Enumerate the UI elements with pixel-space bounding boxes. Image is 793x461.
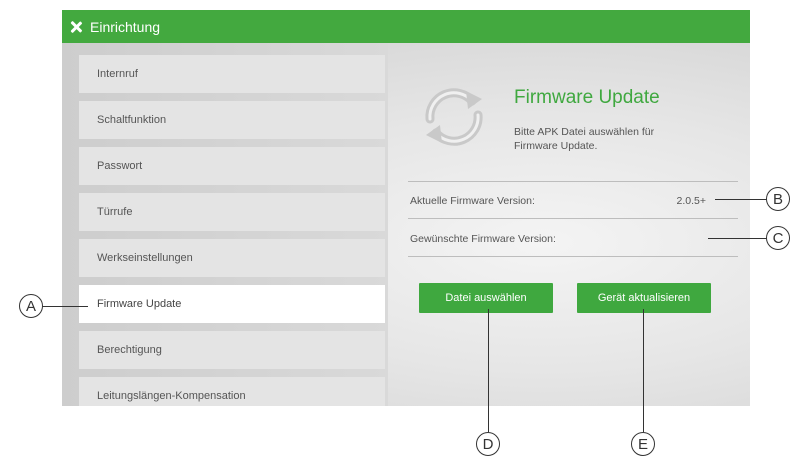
callout-c: C bbox=[766, 226, 790, 250]
update-device-button[interactable]: Gerät aktualisieren bbox=[577, 283, 711, 313]
sidebar-item-label: Internruf bbox=[97, 68, 138, 80]
callout-e: E bbox=[631, 432, 655, 456]
sidebar-item-label: Leitungslängen-Kompensation bbox=[97, 390, 246, 402]
divider bbox=[408, 181, 738, 182]
sidebar-item-label: Werkseinstellungen bbox=[97, 252, 193, 264]
callout-a-leader bbox=[42, 306, 88, 307]
sidebar-item-label: Berechtigung bbox=[97, 344, 162, 356]
callout-d: D bbox=[476, 432, 500, 456]
callout-c-leader bbox=[708, 238, 767, 239]
sidebar-item-firmware-update[interactable]: Firmware Update bbox=[79, 285, 385, 323]
select-file-button[interactable]: Datei auswählen bbox=[419, 283, 553, 313]
callout-b-leader bbox=[715, 199, 767, 200]
current-version-label: Aktuelle Firmware Version: bbox=[410, 195, 535, 207]
panel-description: Bitte APK Datei auswählen für Firmware U… bbox=[514, 126, 655, 152]
sidebar-item-schaltfunktion[interactable]: Schaltfunktion bbox=[79, 101, 385, 139]
sidebar-item-label: Passwort bbox=[97, 160, 143, 172]
callout-e-leader bbox=[643, 309, 644, 432]
callout-d-leader bbox=[488, 309, 489, 432]
sidebar-item-werkseinstellungen[interactable]: Werkseinstellungen bbox=[79, 239, 385, 277]
callout-a: A bbox=[19, 294, 43, 318]
sidebar-item-label: Türrufe bbox=[97, 206, 133, 218]
sidebar-item-passwort[interactable]: Passwort bbox=[79, 147, 385, 185]
window-title: Einrichtung bbox=[90, 18, 161, 35]
title-bar: Einrichtung bbox=[62, 10, 750, 43]
divider bbox=[408, 218, 738, 219]
sidebar-item-berechtigung[interactable]: Berechtigung bbox=[79, 331, 385, 369]
desired-version-label: Gewünschte Firmware Version: bbox=[410, 233, 556, 245]
refresh-icon bbox=[425, 88, 483, 146]
current-version-value: 2.0.5+ bbox=[676, 195, 707, 207]
content-area: Internruf Schaltfunktion Passwort Türruf… bbox=[62, 43, 750, 406]
sidebar-item-label: Firmware Update bbox=[97, 298, 182, 310]
device-screen: Einrichtung Internruf Schaltfunktion Pas… bbox=[62, 10, 750, 406]
firmware-update-panel: Firmware Update Bitte APK Datei auswähle… bbox=[388, 43, 750, 406]
sidebar-item-internruf[interactable]: Internruf bbox=[79, 55, 385, 93]
divider bbox=[408, 256, 738, 257]
callout-b: B bbox=[766, 187, 790, 211]
sidebar-menu: Internruf Schaltfunktion Passwort Türruf… bbox=[62, 43, 388, 406]
sidebar-item-tuerrufe[interactable]: Türrufe bbox=[79, 193, 385, 231]
sidebar-item-label: Schaltfunktion bbox=[97, 114, 167, 126]
panel-title: Firmware Update bbox=[514, 87, 660, 108]
sidebar-item-leitungslaengen-kompensation[interactable]: Leitungslängen-Kompensation bbox=[79, 377, 385, 406]
close-icon[interactable] bbox=[70, 21, 82, 33]
